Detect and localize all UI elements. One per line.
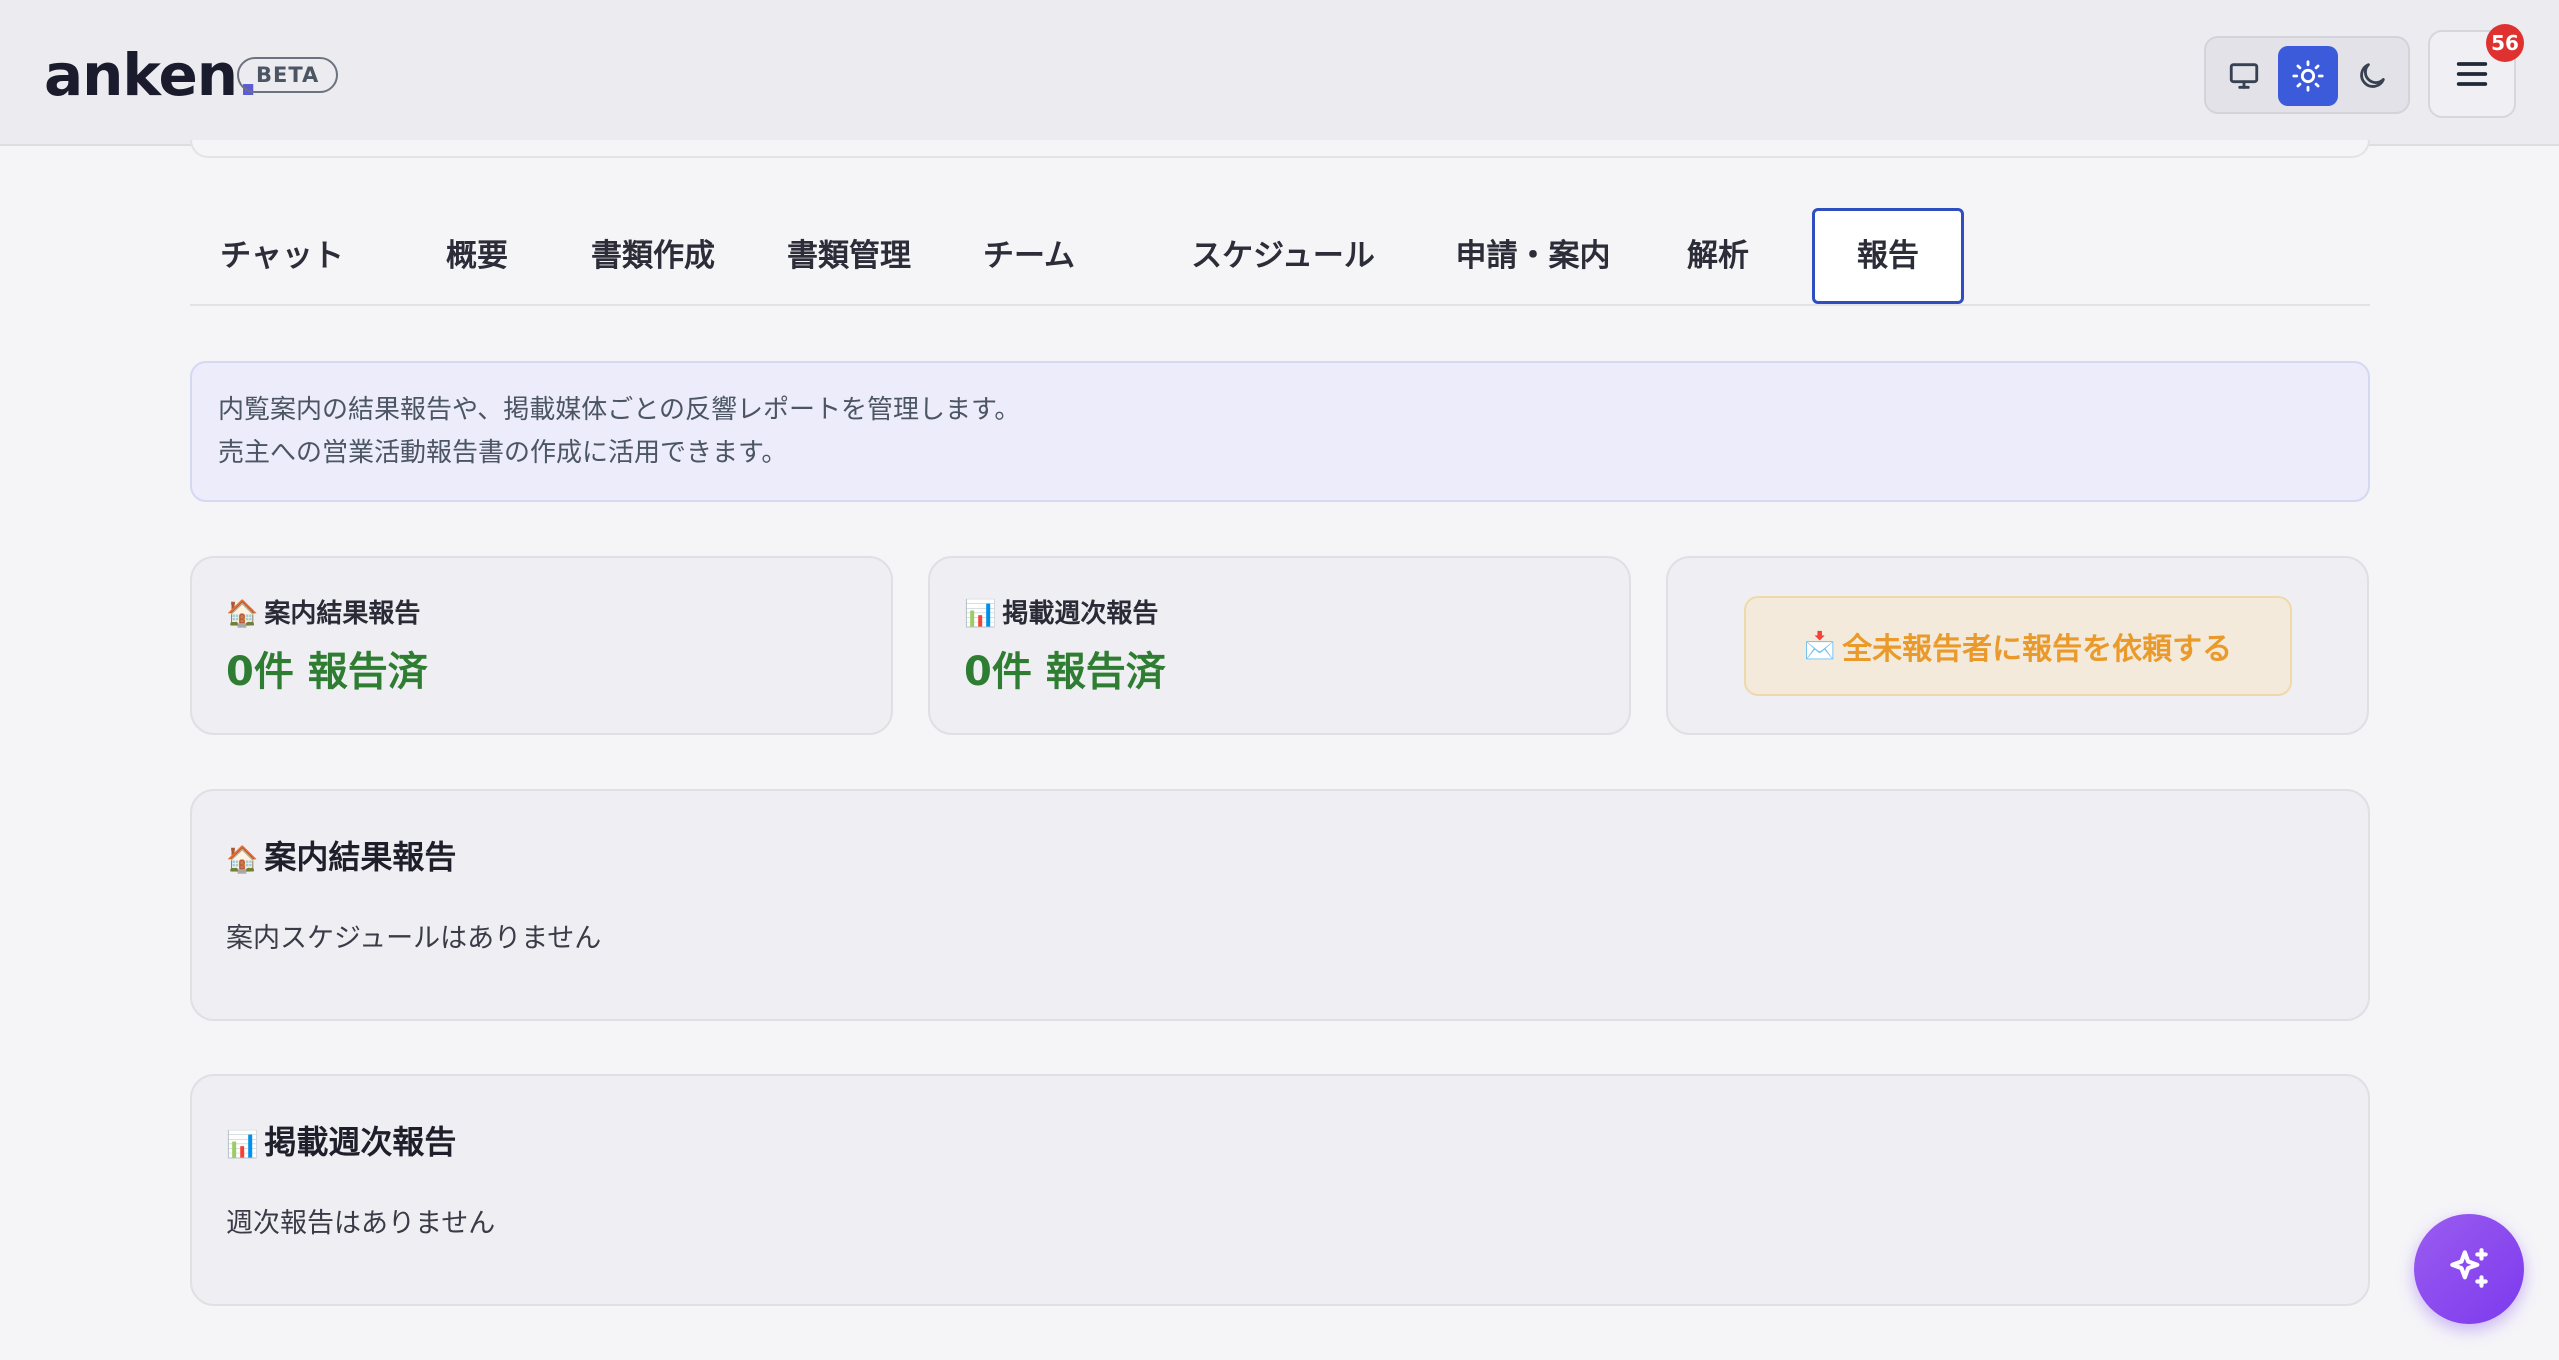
weekly-report-stat-card: 📊 掲載週次報告 0件 報告済 xyxy=(928,556,1631,735)
guide-report-empty-state: 案内スケジュールはありません xyxy=(226,923,602,954)
request-card: 📩 全未報告者に報告を依頼する xyxy=(1666,556,2369,735)
envelope-icon: 📩 xyxy=(1803,631,1837,661)
guide-report-section-title: 案内結果報告 xyxy=(264,838,457,876)
tab-chat[interactable]: チャット xyxy=(212,208,352,304)
system-theme-button[interactable] xyxy=(2214,46,2274,106)
dark-theme-button[interactable] xyxy=(2342,46,2402,106)
weekly-report-section-title: 掲載週次報告 xyxy=(264,1123,457,1161)
tab-schedule[interactable]: スケジュール xyxy=(1188,208,1378,304)
collapsed-card-edge xyxy=(190,140,2370,158)
app-header: anken. BETA 56 xyxy=(0,0,2559,146)
monitor-icon xyxy=(2229,63,2259,89)
theme-switcher xyxy=(2204,36,2410,114)
weekly-report-stat-value: 0件 報告済 xyxy=(964,649,1166,695)
moon-icon xyxy=(2360,63,2385,88)
beta-badge: BETA xyxy=(237,57,339,93)
tab-analysis[interactable]: 解析 xyxy=(1678,208,1758,304)
house-icon: 🏠 xyxy=(226,599,259,629)
sparkles-icon xyxy=(2450,1248,2488,1288)
tab-document-manage[interactable]: 書類管理 xyxy=(780,208,918,304)
guide-report-stat-label: 案内結果報告 xyxy=(264,599,421,629)
tab-bar: チャット 概要 書類作成 書類管理 チーム スケジュール 申請・案内 解析 報告 xyxy=(190,208,2370,306)
weekly-report-empty-state: 週次報告はありません xyxy=(226,1208,496,1239)
sun-icon xyxy=(2292,60,2324,92)
bar-chart-icon: 📊 xyxy=(226,1130,259,1160)
light-theme-button[interactable] xyxy=(2278,46,2338,106)
guide-report-stat-value: 0件 報告済 xyxy=(226,649,428,695)
guide-report-section: 🏠 案内結果報告 案内スケジュールはありません xyxy=(190,789,2370,1021)
hamburger-menu-icon xyxy=(2456,62,2488,86)
logo-text: anken xyxy=(44,41,238,109)
house-icon: 🏠 xyxy=(226,845,259,875)
request-all-reports-button[interactable]: 📩 全未報告者に報告を依頼する xyxy=(1744,596,2292,696)
info-box: 内覧案内の結果報告や、掲載媒体ごとの反響レポートを管理します。 売主への営業活動… xyxy=(190,361,2370,502)
logo[interactable]: anken. xyxy=(44,40,259,110)
weekly-report-stat-label: 掲載週次報告 xyxy=(1002,599,1159,629)
notification-badge: 56 xyxy=(2486,24,2524,62)
tab-document-create[interactable]: 書類作成 xyxy=(584,208,722,304)
weekly-report-section: 📊 掲載週次報告 週次報告はありません xyxy=(190,1074,2370,1306)
info-line-2: 売主への営業活動報告書の作成に活用できます。 xyxy=(218,438,788,468)
bar-chart-icon: 📊 xyxy=(964,599,997,629)
tab-report[interactable]: 報告 xyxy=(1812,208,1964,304)
tab-team[interactable]: チーム xyxy=(974,208,1084,304)
tab-overview[interactable]: 概要 xyxy=(434,208,520,304)
ai-assistant-button[interactable] xyxy=(2414,1214,2524,1324)
info-line-1: 内覧案内の結果報告や、掲載媒体ごとの反響レポートを管理します。 xyxy=(218,395,1021,425)
guide-report-stat-card: 🏠 案内結果報告 0件 報告済 xyxy=(190,556,893,735)
request-button-label: 全未報告者に報告を依頼する xyxy=(1842,632,2233,667)
tab-application-guide[interactable]: 申請・案内 xyxy=(1448,208,1618,304)
